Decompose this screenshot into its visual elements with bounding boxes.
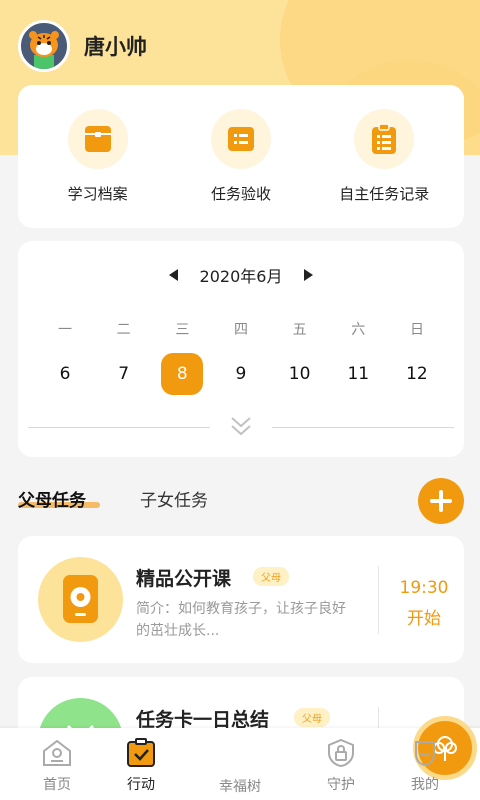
prev-month-button[interactable] xyxy=(168,269,178,281)
add-task-button[interactable] xyxy=(418,478,464,524)
tab-label: 行动 xyxy=(127,777,155,793)
start-button[interactable]: 开始 xyxy=(384,604,464,629)
tab-child-tasks[interactable]: 子女任务 xyxy=(140,486,208,511)
task-tabs: 父母任务 子女任务 xyxy=(18,478,464,524)
divider xyxy=(272,427,454,428)
quick-label: 自主任务记录 xyxy=(339,185,430,203)
tab-label: 我的 xyxy=(411,777,439,793)
tab-label: 首页 xyxy=(43,777,71,793)
weekday-label: 六 xyxy=(351,322,366,338)
calendar-day-selected[interactable]: 8 xyxy=(161,353,204,395)
weekday-label: 日 xyxy=(409,322,424,338)
weekday-label: 四 xyxy=(233,322,248,338)
task-card[interactable]: 精品公开课 父母 简介：如何教育孩子，让孩子良好的茁壮成长... 19:30 开… xyxy=(18,536,464,663)
calendar-day[interactable]: 12 xyxy=(396,353,438,395)
calendar-day[interactable]: 7 xyxy=(103,353,145,395)
calendar-card: 2020年6月 一 二 三 四 五 六 日 6 7 8 9 10 11 12 xyxy=(18,241,464,457)
divider xyxy=(378,566,379,634)
weekday-label: 一 xyxy=(58,322,72,338)
quick-item-study-archive[interactable]: 学习档案 xyxy=(33,109,163,204)
bottom-tab-bar: 首页 行动 幸福树 守护 我的 xyxy=(0,716,480,800)
task-tag: 父母 xyxy=(294,708,330,727)
weekday-label: 五 xyxy=(292,322,307,338)
weekday-row: 一 二 三 四 五 六 日 xyxy=(44,319,438,339)
quick-item-self-task-record[interactable]: 自主任务记录 xyxy=(319,109,449,204)
next-month-button[interactable] xyxy=(304,269,314,281)
avatar[interactable] xyxy=(18,20,70,72)
calendar-day[interactable]: 6 xyxy=(44,353,86,395)
quick-label: 学习档案 xyxy=(67,185,128,203)
divider xyxy=(28,427,210,428)
clipboard-icon xyxy=(354,109,415,169)
user-header: 唐小帅 xyxy=(18,20,147,72)
calendar-month: 2020年6月 xyxy=(199,267,283,286)
weekday-label: 二 xyxy=(116,322,131,338)
quick-label: 任务验收 xyxy=(210,185,271,203)
expand-calendar-icon[interactable] xyxy=(228,413,254,439)
quick-item-task-acceptance[interactable]: 任务验收 xyxy=(176,109,306,204)
course-icon xyxy=(38,557,123,642)
calendar-header: 2020年6月 xyxy=(18,263,464,287)
user-name: 唐小帅 xyxy=(84,35,147,59)
calendar-day[interactable]: 9 xyxy=(220,353,262,395)
tab-happy-tree[interactable]: 幸福树 xyxy=(205,716,477,796)
calendar-day[interactable]: 10 xyxy=(279,353,321,395)
home-icon xyxy=(43,739,71,766)
action-icon xyxy=(127,738,155,767)
calendar-day[interactable]: 11 xyxy=(337,353,379,395)
tab-action[interactable]: 行动 xyxy=(106,738,176,794)
folder-icon xyxy=(67,109,128,169)
tab-parent-tasks[interactable]: 父母任务 xyxy=(18,486,86,511)
tab-label: 守护 xyxy=(327,777,355,793)
tab-home[interactable]: 首页 xyxy=(22,738,92,794)
day-row: 6 7 8 9 10 11 12 xyxy=(44,353,438,395)
task-time: 19:30 xyxy=(399,578,449,598)
task-title: 精品公开课 xyxy=(136,568,232,590)
weekday-label: 三 xyxy=(175,322,190,338)
profile-icon xyxy=(415,741,435,767)
checklist-icon xyxy=(210,109,271,169)
shield-icon xyxy=(328,738,354,768)
task-tag: 父母 xyxy=(253,567,289,586)
tab-guard[interactable]: 守护 xyxy=(306,738,376,794)
quick-actions-card: 学习档案 任务验收 自主任务记录 xyxy=(18,85,464,228)
task-description: 简介：如何教育孩子，让孩子良好的茁壮成长... xyxy=(136,601,346,639)
tab-label: 幸福树 xyxy=(219,779,261,795)
tab-mine[interactable]: 我的 xyxy=(390,738,460,794)
